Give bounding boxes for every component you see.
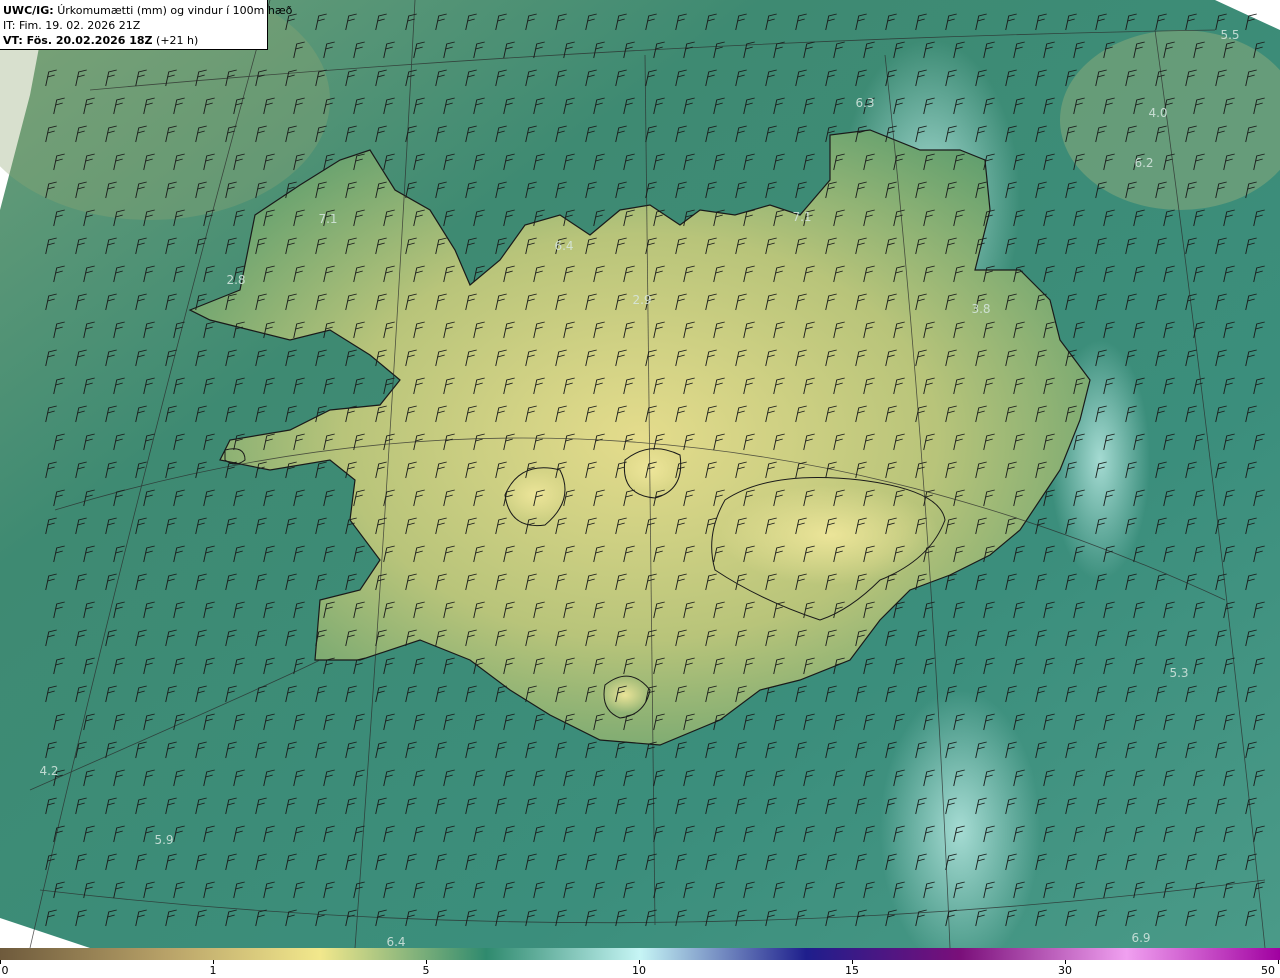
product-description: Úrkomumætti (mm) og vindur í 100m hæð xyxy=(57,4,293,17)
value-label: 2.8 xyxy=(226,273,246,287)
colorbar-label: 10 xyxy=(632,964,646,977)
init-time: IT: Fim. 19. 02. 2026 21Z xyxy=(3,19,141,32)
precipitation-colorbar: 0 1 5 10 15 30 50 xyxy=(0,948,1280,978)
value-label: 2.9 xyxy=(632,293,652,307)
colorbar-label: 15 xyxy=(845,964,859,977)
value-label: 6.9 xyxy=(1131,931,1151,945)
product-code: UWC/IG: xyxy=(3,4,54,17)
value-label: 5.3 xyxy=(1169,666,1189,680)
header-title-row: UWC/IG: Úrkomumætti (mm) og vindur í 100… xyxy=(3,3,292,18)
map-header: UWC/IG: Úrkomumætti (mm) og vindur í 100… xyxy=(0,0,292,50)
map-canvas xyxy=(0,0,1280,948)
glacier-vatnajokull xyxy=(720,485,940,585)
value-label: 5.5 xyxy=(1220,28,1240,42)
colorbar-label: 0 xyxy=(1,964,9,977)
colorbar-tick xyxy=(1278,960,1279,964)
valid-offset: (+21 h) xyxy=(152,34,199,47)
colorbar-label: 5 xyxy=(422,964,430,977)
forecast-map: UWC/IG: Úrkomumætti (mm) og vindur í 100… xyxy=(0,0,1280,948)
value-label: 3.8 xyxy=(971,302,991,316)
value-label: 4.0 xyxy=(1148,106,1168,120)
colorbar-strip xyxy=(0,948,1280,960)
colorbar-label: 1 xyxy=(209,964,217,977)
value-label: 6.4 xyxy=(554,239,574,253)
value-label: 5.9 xyxy=(154,833,174,847)
colorbar-label: 30 xyxy=(1058,964,1072,977)
value-label: 4.2 xyxy=(39,764,59,778)
value-label: 7.1 xyxy=(318,212,338,226)
valid-time: VT: Fös. 20.02.2026 18Z xyxy=(3,34,153,47)
value-label: 6.4 xyxy=(386,935,406,948)
value-label: 6.2 xyxy=(1134,156,1154,170)
value-label: 6.3 xyxy=(855,96,875,110)
colorbar-label: 50 xyxy=(1261,964,1275,977)
valid-time-row: VT: Fös. 20.02.2026 18Z (+21 h) xyxy=(3,33,267,48)
value-label: 7.1 xyxy=(792,210,812,224)
